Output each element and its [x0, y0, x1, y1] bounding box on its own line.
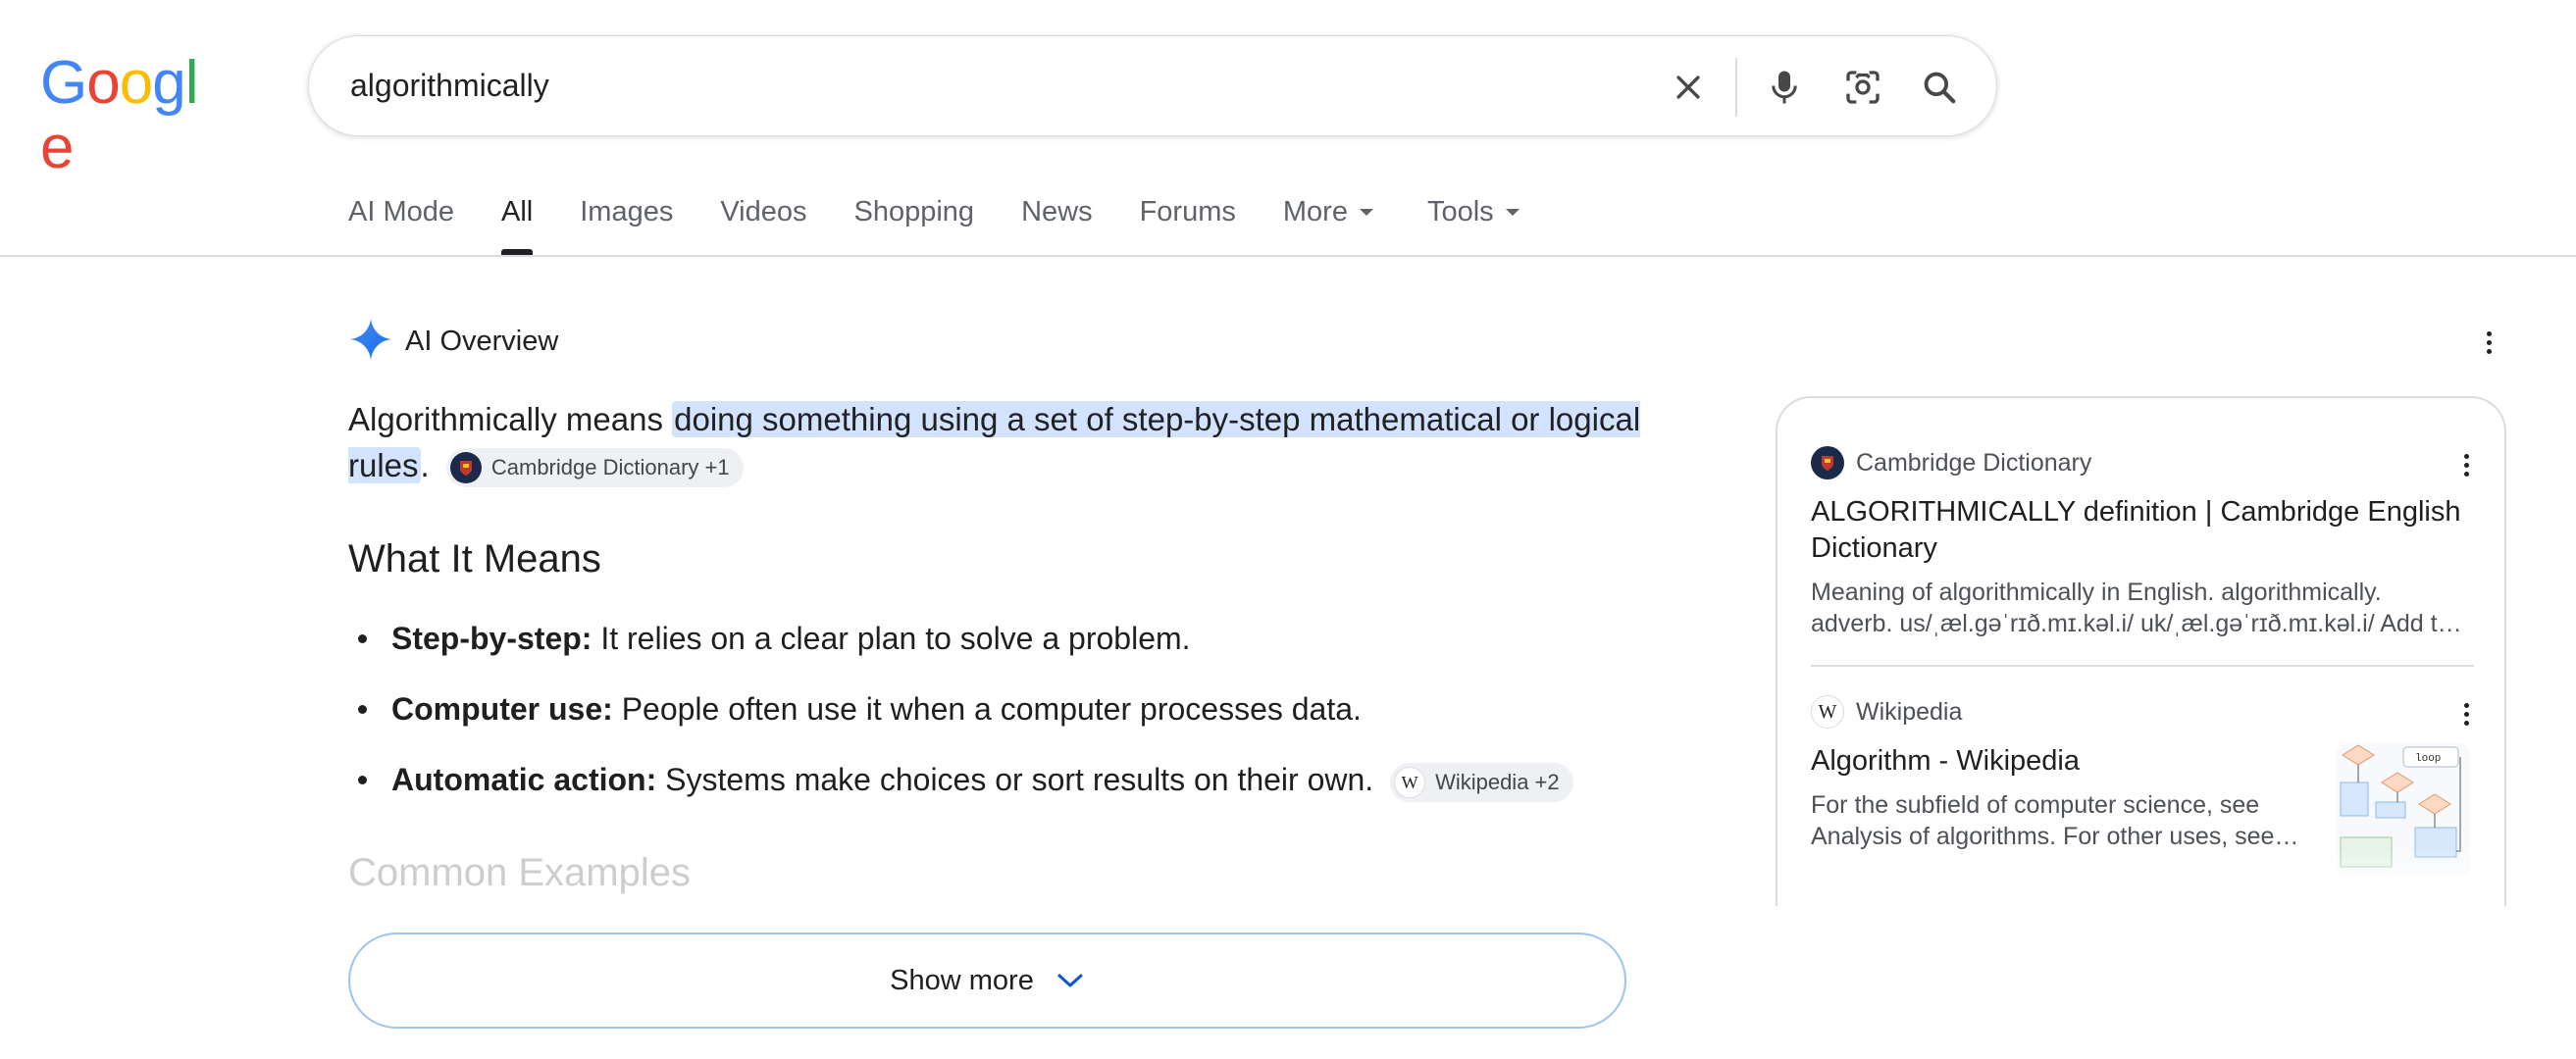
- intro-suffix: .: [420, 447, 430, 483]
- search-input[interactable]: [350, 60, 1527, 111]
- show-more-label: Show more: [890, 964, 1034, 996]
- source-card-cambridge[interactable]: Cambridge Dictionary ALGORITHMICALLY def…: [1811, 443, 2478, 639]
- source-title-link[interactable]: ALGORITHMICALLY definition | Cambridge E…: [1811, 494, 2478, 567]
- tab-shopping[interactable]: Shopping: [854, 186, 975, 255]
- ai-overview-intro: Algorithmically means doing something us…: [348, 396, 1643, 488]
- tab-label: More: [1282, 196, 1348, 227]
- lens-icon[interactable]: [1837, 62, 1888, 113]
- tab-news[interactable]: News: [1021, 186, 1093, 255]
- tab-label: AI Mode: [348, 196, 454, 227]
- search-icon[interactable]: [1914, 62, 1965, 113]
- source-description: For the subfield of computer science, se…: [1811, 789, 2301, 852]
- logo-letter: e: [40, 114, 74, 181]
- tab-label: Shopping: [853, 196, 975, 227]
- source-desc-line: For the subfield of computer science, se…: [1811, 791, 2260, 819]
- bullet-term: Step-by-step:: [391, 621, 592, 656]
- source-menu-icon[interactable]: [2447, 445, 2486, 484]
- faded-section-heading: Common Examples: [348, 851, 692, 894]
- source-chip-wikipedia[interactable]: W Wikipedia +2: [1390, 762, 1573, 802]
- thumb-label: loop: [2415, 753, 2441, 765]
- search-box: [308, 35, 1997, 136]
- google-logo[interactable]: Googl e: [40, 49, 220, 180]
- source-description: Meaning of algorithmically in English. a…: [1811, 577, 2478, 639]
- source-desc-line: Meaning of algorithmically in English. a…: [1811, 579, 2382, 606]
- cambridge-favicon-icon: [449, 452, 482, 484]
- intro-text: Algorithmically means: [348, 401, 673, 437]
- logo-letter: o: [86, 49, 120, 117]
- ai-overview-title: AI Overview: [405, 325, 559, 357]
- logo-letter: l: [184, 49, 199, 117]
- chevron-down-icon: [1056, 971, 1085, 990]
- section-heading: What It Means: [348, 537, 601, 580]
- tab-label: Forums: [1139, 196, 1236, 227]
- sources-panel: Cambridge Dictionary ALGORITHMICALLY def…: [1776, 396, 2506, 906]
- tab-tools[interactable]: Tools: [1427, 186, 1520, 255]
- tab-label: Images: [580, 196, 674, 227]
- tab-label: Videos: [720, 196, 807, 227]
- tabs-divider: [0, 255, 2576, 257]
- list-item: Step-by-step: It relies on a clear plan …: [348, 614, 1643, 684]
- caret-down-icon: [1505, 209, 1520, 216]
- source-site-name: Wikipedia: [1856, 697, 1963, 726]
- source-menu-icon[interactable]: [2447, 694, 2486, 733]
- tab-images[interactable]: Images: [580, 186, 673, 255]
- mic-icon[interactable]: [1759, 62, 1810, 113]
- tab-label: Tools: [1426, 196, 1494, 227]
- tab-all[interactable]: All: [501, 186, 534, 255]
- tab-more[interactable]: More: [1283, 186, 1373, 255]
- ai-overview-menu-icon[interactable]: [2469, 323, 2508, 362]
- close-icon[interactable]: [1663, 62, 1714, 113]
- logo-letter: g: [152, 49, 185, 117]
- ai-overview-header: AI Overview: [348, 316, 558, 367]
- source-desc-line: Analysis of algorithms. For other uses, …: [1811, 823, 2299, 850]
- show-more-button[interactable]: Show more: [348, 933, 1626, 1029]
- sparkle-icon: [348, 317, 393, 367]
- source-desc-line: adverb. us/ˌæl.ɡəˈrɪð.mɪ.kəl.i/ uk/ˌæl.ɡ…: [1811, 610, 2462, 637]
- list-item: Automatic action: Systems make choices o…: [348, 755, 1643, 826]
- bullet-text: People often use it when a computer proc…: [612, 691, 1362, 727]
- flowchart-thumbnail[interactable]: loop: [2337, 743, 2470, 877]
- chip-label: Wikipedia +2: [1435, 769, 1560, 794]
- source-site-name: Cambridge Dictionary: [1856, 448, 2092, 477]
- search-divider: [1735, 58, 1737, 117]
- wikipedia-favicon-icon: W: [1394, 766, 1426, 798]
- source-divider: [1811, 665, 2474, 667]
- tab-label: News: [1021, 196, 1093, 227]
- tab-videos[interactable]: Videos: [720, 186, 806, 255]
- logo-letter: G: [40, 49, 87, 117]
- tab-label: All: [501, 196, 534, 227]
- bullet-text: Systems make choices or sort results on …: [656, 762, 1374, 797]
- bullet-term: Automatic action:: [391, 762, 657, 797]
- wikipedia-favicon-icon: W: [1811, 695, 1844, 729]
- tab-ai-mode[interactable]: AI Mode: [348, 186, 454, 255]
- source-chip-cambridge[interactable]: Cambridge Dictionary +1: [445, 448, 744, 488]
- logo-letter: o: [119, 49, 153, 117]
- bullet-text: It relies on a clear plan to solve a pro…: [592, 621, 1191, 656]
- tab-forums[interactable]: Forums: [1140, 186, 1236, 255]
- chip-label: Cambridge Dictionary +1: [490, 455, 730, 480]
- search-tabs: AI Mode All Images Videos Shopping News …: [348, 186, 1567, 255]
- cambridge-favicon-icon: [1811, 446, 1844, 479]
- bullet-term: Computer use:: [391, 691, 613, 727]
- list-item: Computer use: People often use it when a…: [348, 684, 1643, 755]
- meaning-list: Step-by-step: It relies on a clear plan …: [348, 614, 1643, 826]
- caret-down-icon: [1359, 209, 1373, 216]
